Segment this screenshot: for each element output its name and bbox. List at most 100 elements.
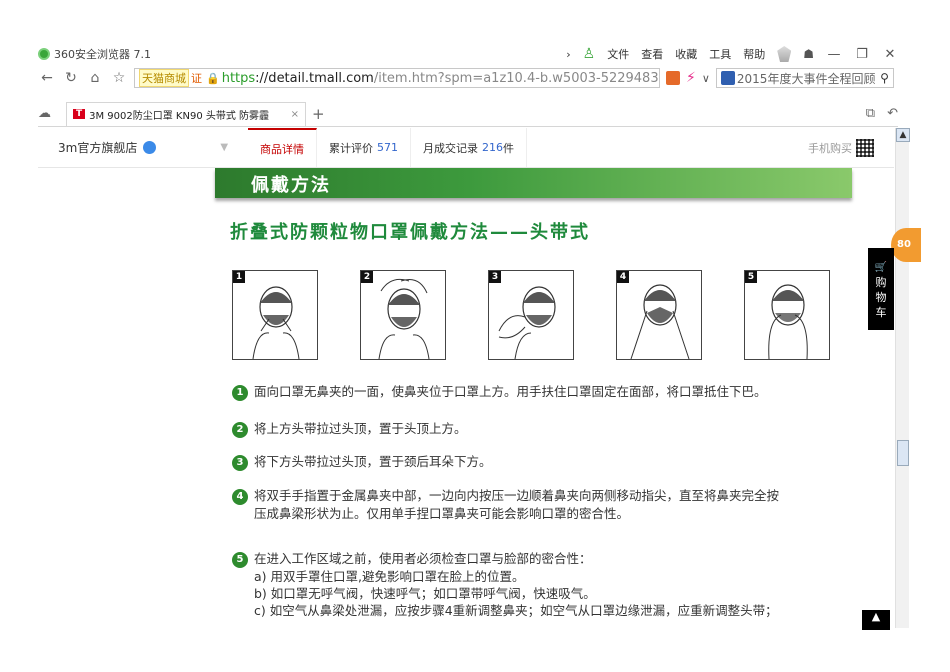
home-icon[interactable]: ⌂	[86, 69, 104, 87]
title-tools: › ♙ 文件 查看 收藏 工具 帮助 ☗ — ❐ ✕	[566, 46, 898, 62]
skin-icon[interactable]: ☗	[803, 47, 814, 61]
instruction-5: 5 在进入工作区域之前，使用者必须检查口罩与脸部的密合性： a) 用双手罩住口罩,…	[232, 550, 778, 619]
tab-label: 累计评价	[329, 141, 374, 155]
shop-name[interactable]: 3m官方旗舰店	[58, 139, 157, 156]
instruction-3: 3 将下方头带拉过头顶，置于颈后耳朵下方。	[232, 453, 492, 471]
face-mask-illustration	[378, 278, 430, 360]
section-banner: 佩戴方法	[215, 168, 852, 198]
extension-icon[interactable]	[666, 71, 680, 85]
url-scheme: https	[221, 70, 256, 86]
tmall-favicon-icon: T	[73, 109, 86, 119]
page-scrollbar[interactable]: ▲	[895, 128, 910, 628]
shop-tabs: 商品详情 累计评价 571 月成交记录 216 件	[248, 128, 528, 167]
chevron-down-icon[interactable]: ∨	[702, 72, 710, 85]
chevron-down-icon[interactable]: ▼	[220, 142, 228, 153]
instruction-sub-a: a) 用双手罩住口罩,避免影响口罩在脸上的位置。	[254, 568, 525, 584]
verified-badge-icon	[143, 141, 157, 154]
url-host: ://detail.tmall.com	[255, 70, 374, 86]
user-icon[interactable]: ♙	[583, 46, 596, 62]
review-count: 571	[377, 141, 399, 154]
instruction-text: 将下方头带拉过头顶，置于颈后耳朵下方。	[254, 454, 492, 469]
minimize-icon[interactable]: —	[826, 47, 842, 62]
tab-bar: ☁ T 3M 9002防尘口罩 KN90 头带式 防雾霾 × + ⧉ ↶	[38, 101, 898, 127]
step-number-badge: 2	[232, 421, 248, 438]
mobile-buy[interactable]: 手机购买	[808, 138, 874, 157]
step-number-badge: 5	[232, 551, 248, 568]
cart-label-3: 车	[875, 306, 887, 319]
face-mask-illustration	[630, 284, 690, 360]
menu-help[interactable]: 帮助	[743, 46, 765, 62]
face-mask-illustration	[498, 286, 556, 360]
undo-icon[interactable]: ↶	[887, 106, 898, 121]
step-image: 5	[744, 270, 830, 360]
instruction-text: 在进入工作区域之前，使用者必须检查口罩与脸部的密合性：	[254, 551, 592, 566]
forward-arrow-icon[interactable]: ›	[566, 48, 570, 61]
url-input[interactable]: 天猫商城 证 🔒 https://detail.tmall.com/item.h…	[134, 68, 660, 88]
scroll-up-icon[interactable]: ▲	[896, 128, 910, 142]
scroll-thumb[interactable]	[897, 440, 909, 466]
close-tab-icon[interactable]: ×	[291, 109, 299, 120]
shop-name-label: 3m官方旗舰店	[58, 141, 138, 155]
tab-list-icon[interactable]: ⧉	[866, 106, 875, 121]
refresh-icon[interactable]: ↻	[62, 69, 80, 87]
step-number-badge: 4	[232, 488, 248, 505]
step-number-badge: 1	[232, 384, 248, 401]
qr-code-icon	[856, 138, 874, 157]
menu-file[interactable]: 文件	[607, 46, 629, 62]
step-number-badge: 3	[232, 454, 248, 471]
back-to-top-icon[interactable]: ▲	[862, 610, 890, 630]
search-input[interactable]: 2015年度大事件全程回顾 ⚲	[715, 68, 894, 88]
search-icon[interactable]: ⚲	[880, 71, 889, 85]
cart-label-1: 购	[875, 276, 887, 289]
cloud-icon[interactable]: ☁	[38, 106, 58, 121]
instruction-sub-c: c) 如空气从鼻梁处泄漏，应按步骤4重新调整鼻夹；如空气从口罩边缘泄漏，应重新调…	[254, 602, 778, 618]
step-image: 3	[488, 270, 574, 360]
back-arrow-icon[interactable]: ←	[38, 69, 56, 87]
new-tab-button[interactable]: +	[312, 105, 325, 123]
menu-view[interactable]: 查看	[641, 46, 663, 62]
shop-nav: 3m官方旗舰店 ▼ 商品详情 累计评价 571 月成交记录 216 件 手机购买	[38, 128, 894, 168]
medal-icon[interactable]	[777, 46, 792, 62]
close-window-icon[interactable]: ✕	[882, 47, 898, 62]
cert-label: 证	[191, 72, 202, 85]
search-engine-icon[interactable]	[720, 71, 735, 85]
lock-icon: 🔒	[206, 71, 220, 85]
cart-icon: 🛒	[874, 262, 888, 273]
step-image: 2	[360, 270, 446, 360]
face-mask-illustration	[252, 286, 300, 360]
tab-reviews[interactable]: 累计评价 571	[317, 128, 412, 167]
tab-active[interactable]: T 3M 9002防尘口罩 KN90 头带式 防雾霾 ×	[66, 101, 306, 126]
step-image: 4	[616, 270, 702, 360]
instruction-text-cont: 压成鼻梁形状为止。仅用单手捏口罩鼻夹可能会影响口罩的密合性。	[254, 505, 630, 521]
instruction-4: 4 将双手手指置于金属鼻夹中部，一边向内按压一边顺着鼻夹向两侧移动指尖，直至将鼻夹…	[232, 487, 779, 522]
restore-icon[interactable]: ❐	[854, 47, 870, 62]
section-heading: 折叠式防颗粒物口罩佩戴方法——头带式	[230, 222, 590, 243]
step-illustrations: 1 2 3 4 5	[232, 270, 832, 360]
step-image: 1	[232, 270, 318, 360]
instruction-text: 面向口罩无鼻夹的一面，使鼻夹位于口罩上方。用手扶住口罩固定在面部，将口罩抵住下巴…	[254, 384, 767, 399]
shopping-cart-tab[interactable]: 🛒 购 物 车	[868, 248, 894, 330]
tab-bar-tools: ⧉ ↶	[866, 106, 898, 121]
menu-tools[interactable]: 工具	[709, 46, 731, 62]
address-tools: ⚡ ∨	[666, 70, 710, 86]
browser-logo-icon	[38, 48, 50, 60]
banner-title: 佩戴方法	[251, 175, 331, 196]
mobile-buy-label: 手机购买	[808, 141, 852, 155]
tab-monthly-sales[interactable]: 月成交记录 216 件	[411, 128, 528, 167]
instruction-text: 将双手手指置于金属鼻夹中部，一边向内按压一边顺着鼻夹向两侧移动指尖，直至将鼻夹完…	[254, 488, 780, 503]
tab-label: 商品详情	[260, 142, 305, 156]
instruction-sub-b: b) 如口罩无呼气阀，快速呼气；如口罩带呼气阀，快速吸气。	[254, 585, 596, 601]
tab-label: 月成交记录	[423, 141, 479, 155]
instruction-1: 1 面向口罩无鼻夹的一面，使鼻夹位于口罩上方。用手扶住口罩固定在面部，将口罩抵住下…	[232, 383, 767, 401]
star-icon[interactable]: ☆	[110, 69, 128, 87]
app-name: 360安全浏览器 7.1	[54, 48, 151, 61]
menu-favorites[interactable]: 收藏	[675, 46, 697, 62]
instruction-2: 2 将上方头带拉过头顶，置于头顶上方。	[232, 420, 467, 438]
cart-label-2: 物	[875, 291, 887, 304]
sales-count: 216	[482, 141, 504, 154]
floating-badge[interactable]: 80	[891, 228, 921, 262]
instruction-text: 将上方头带拉过头顶，置于头顶上方。	[254, 421, 467, 436]
sales-unit: 件	[503, 141, 515, 155]
tab-product-details[interactable]: 商品详情	[248, 128, 318, 167]
lightning-icon[interactable]: ⚡	[686, 70, 696, 86]
